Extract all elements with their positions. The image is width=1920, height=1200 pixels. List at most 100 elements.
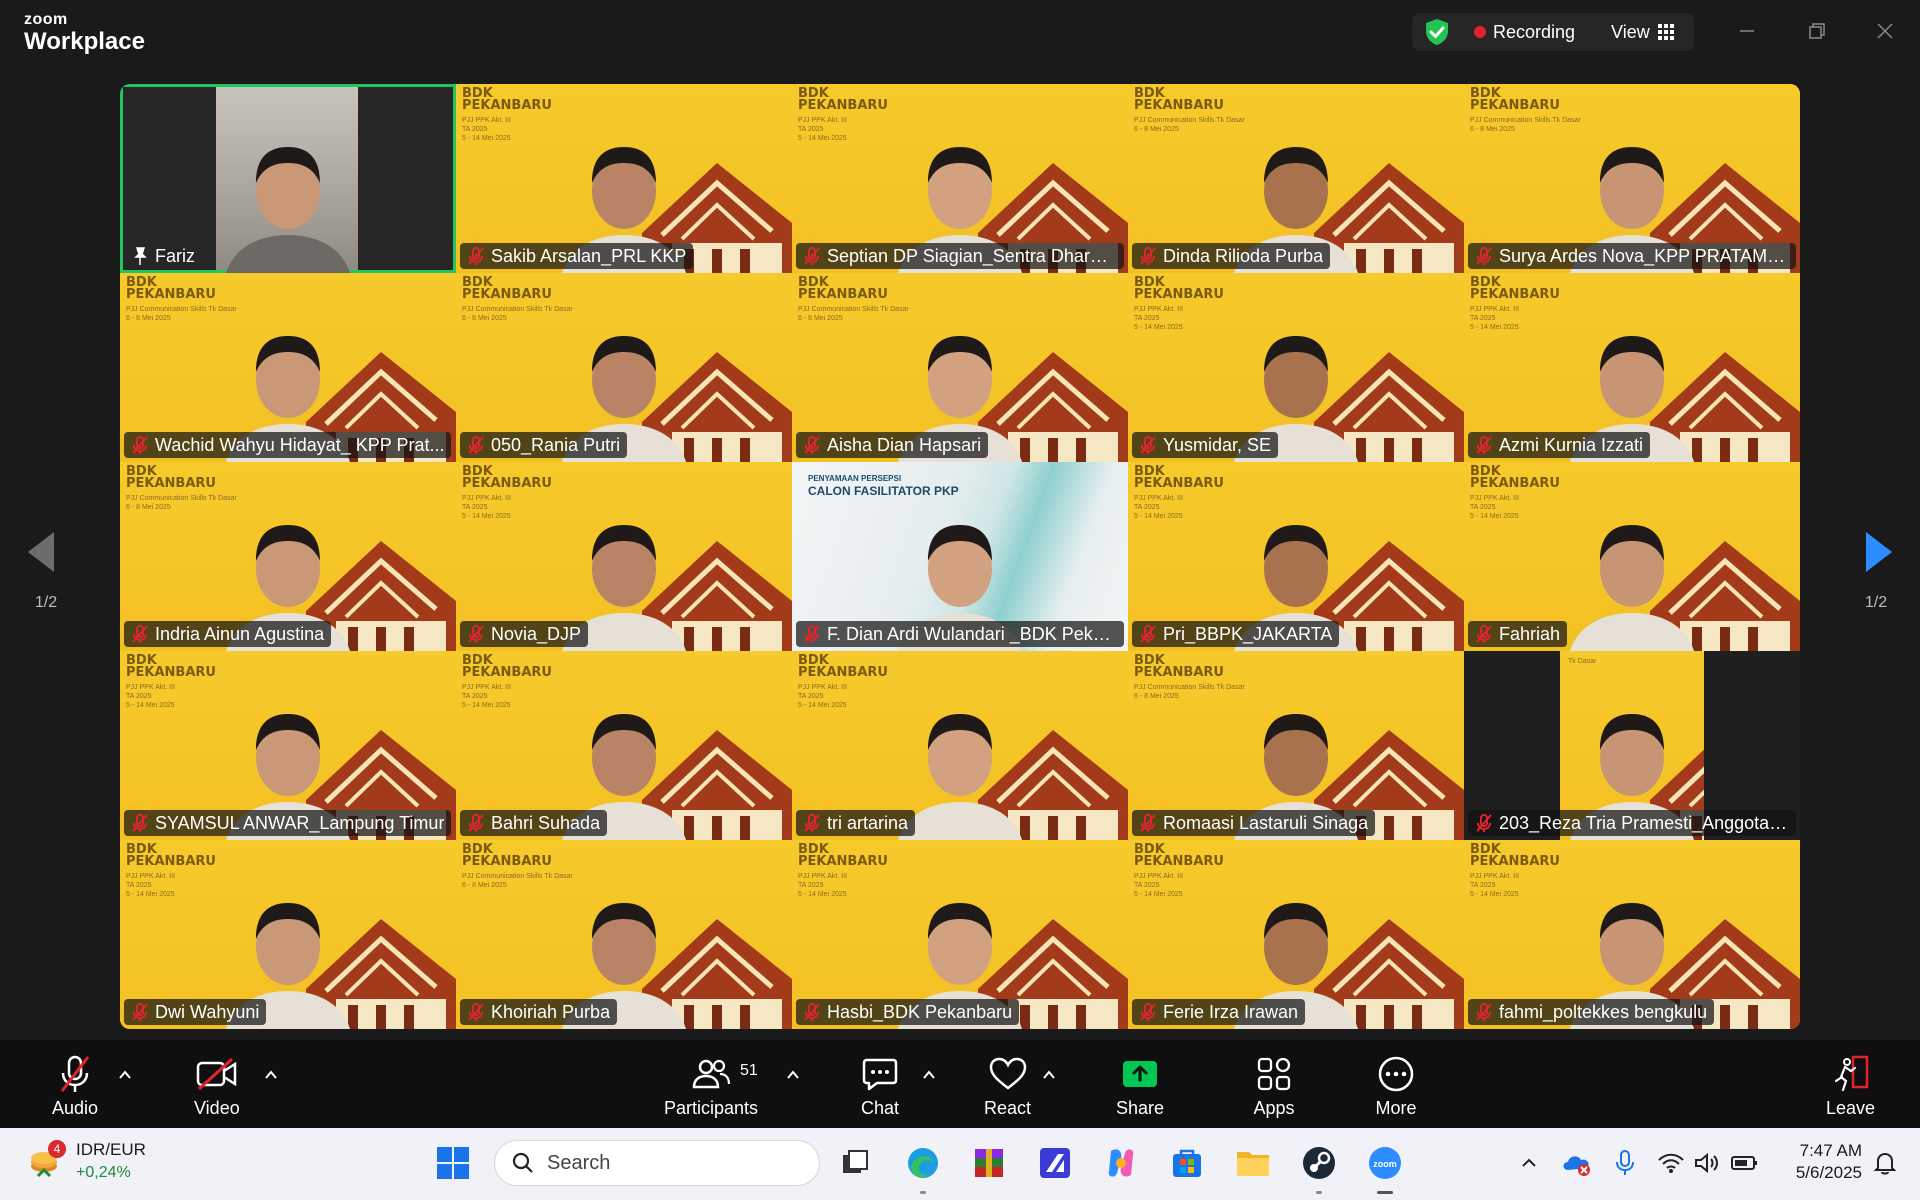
background-caption-line-2: TA 2025 [798,126,824,133]
background-caption-line-1: PJJ PPK Akt. III [1470,306,1520,313]
participant-tile[interactable]: BDK PEKANBARU PJJ Communication Skills Tk … [1128,84,1464,273]
background-caption: PJJ PPK Akt. III TA 2025 5 - 14 Mei 2025 [1470,305,1519,332]
recording-label[interactable]: Recording [1493,22,1575,43]
chat-options-chevron-icon[interactable] [922,1068,936,1082]
react-label: React [984,1098,1032,1118]
leave-button[interactable]: Leave [1826,1054,1875,1119]
participant-tile[interactable]: BDK PEKANBARU PJJ PPK Akt. III TA 2025 5 - 1… [1128,840,1464,1029]
participant-name: tri artarina [827,812,909,833]
participant-tile[interactable]: Fariz [120,84,456,273]
participant-tile[interactable]: BDK PEKANBARU PJJ Communication Skills Tk … [456,840,792,1029]
participant-tile[interactable]: BDK PEKANBARU PJJ Communication Skills Tk … [1464,84,1800,273]
edge-browser-icon[interactable] [902,1142,944,1194]
bdk-line-2: PEKANBARU [126,854,216,869]
bdk-line-2: PEKANBARU [126,476,216,491]
onedrive-error-icon[interactable] [1556,1142,1598,1184]
bdk-logo-text: BDKPEKANBARU [1134,654,1224,679]
background-caption: PJJ PPK Akt. III TA 2025 5 - 14 Mei 2025 [798,872,847,899]
background-caption-line-2: 6 - 8 Mei 2025 [462,882,507,889]
participants-icon [689,1054,733,1094]
audio-button[interactable]: Audio [52,1054,98,1119]
brand-small: zoom [24,11,68,28]
zoom-app-icon[interactable]: zoom [1364,1142,1406,1194]
bdk-logo-text: BDKPEKANBARU [126,465,216,491]
bdk-line-2: PEKANBARU [462,98,552,113]
participant-tile[interactable]: BDK PEKANBARU PJJ Communication Skills Tk … [1128,651,1464,840]
task-view-icon[interactable] [834,1142,876,1184]
next-page-arrow-icon[interactable] [1856,530,1896,574]
microsoft-store-icon[interactable] [1166,1142,1208,1184]
restore-icon[interactable] [1802,16,1832,46]
winrar-icon[interactable] [968,1142,1010,1184]
steam-icon[interactable] [1298,1142,1340,1194]
participant-tile[interactable]: BDK PEKANBARU PJJ PPK Akt. III TA 2025 5 - 1… [456,462,792,651]
minimize-icon[interactable] [1732,16,1762,46]
notifications-bell-icon[interactable] [1864,1142,1906,1184]
apps-button[interactable]: Apps [1252,1054,1296,1119]
participant-tile[interactable]: BDK PEKANBARU PJJ PPK Akt. III TA 2025 5 - 1… [792,651,1128,840]
view-button[interactable]: View [1611,22,1650,43]
participant-tile[interactable]: BDK PEKANBARU PJJ PPK Akt. III TA 2025 5 - 1… [792,840,1128,1029]
bdk-line-2: PEKANBARU [126,665,216,680]
system-clock[interactable]: 7:47 AM 5/6/2025 [1776,1140,1862,1184]
muted-mic-icon [804,247,820,265]
currency-widget[interactable]: 4 IDR/EUR +0,24% [28,1140,146,1184]
background-caption-line-2: 6 - 8 Mei 2025 [798,315,843,322]
participant-name-tag: Septian DP Siagian_Sentra Dharm... [796,243,1124,269]
copilot-icon[interactable] [1100,1142,1142,1184]
participant-tile[interactable]: BDK PEKANBARU PJJ PPK Akt. III TA 2025 5 - 1… [1128,273,1464,462]
microphone-in-use-icon[interactable] [1604,1142,1646,1184]
participant-tile[interactable]: BDKPEKANBARUTk Dasar203_Reza Tria Prames… [1464,651,1800,840]
participant-tile[interactable]: BDK PEKANBARU PJJ Communication Skills Tk … [792,273,1128,462]
participant-name: Dwi Wahyuni [155,1001,260,1022]
show-hidden-icons-chevron-icon[interactable] [1508,1142,1550,1184]
participant-tile[interactable]: BDK PEKANBARU PJJ Communication Skills Tk … [120,273,456,462]
participant-tile[interactable]: BDK PEKANBARU PJJ PPK Akt. III TA 2025 5 - 1… [456,84,792,273]
close-icon[interactable] [1870,16,1900,46]
participant-name-tag: Dinda Rilioda Purba [1132,243,1331,269]
participant-tile[interactable]: BDK PEKANBARU PJJ PPK Akt. III TA 2025 5 - 1… [1464,840,1800,1029]
react-button[interactable]: React [984,1054,1031,1119]
taskbar-search[interactable]: Search [494,1140,820,1186]
participant-tile[interactable]: BDK PEKANBARU PJJ PPK Akt. III TA 2025 5 - 1… [456,651,792,840]
participant-tile[interactable]: BDK PEKANBARU PJJ PPK Akt. III TA 2025 5 - 1… [120,840,456,1029]
participant-name-tag: Novia_DJP [460,621,589,647]
participant-tile[interactable]: BDK PEKANBARU PJJ PPK Akt. III TA 2025 5 - 1… [1464,273,1800,462]
participant-name: Aisha Dian Hapsari [827,434,982,455]
participant-tile[interactable]: BDK PEKANBARU PJJ PPK Akt. III TA 2025 5 - 1… [792,84,1128,273]
audio-options-chevron-icon[interactable] [118,1068,132,1082]
background-caption-line-2: 6 - 8 Mei 2025 [126,504,171,511]
previous-page-arrow-icon[interactable] [24,530,64,574]
bdk-logo-text: BDKPEKANBARU [798,87,888,112]
security-shield-icon[interactable] [1422,17,1452,47]
background-caption-line-2: TA 2025 [462,693,488,700]
volume-icon[interactable] [1686,1142,1728,1184]
participants-options-chevron-icon[interactable] [786,1068,800,1082]
video-options-chevron-icon[interactable] [264,1068,278,1082]
chat-button[interactable]: Chat [858,1054,902,1119]
participant-tile[interactable]: BDK PEKANBARU PJJ PPK Akt. III TA 2025 5 - 1… [1128,462,1464,651]
participant-tile[interactable]: PENYAMAAN PERSEPSI CALON FASILITATOR PKP F… [792,462,1128,651]
participant-tile[interactable]: BDK PEKANBARU PJJ PPK Akt. III TA 2025 5 - 1… [1464,462,1800,651]
muted-mic-icon [53,1054,97,1094]
background-caption-line-1: PJJ PPK Akt. III [1134,306,1184,313]
participant-tile[interactable]: BDK PEKANBARU PJJ Communication Skills Tk … [456,273,792,462]
windows-start-icon[interactable] [432,1142,474,1184]
video-off-icon [195,1054,239,1094]
more-button[interactable]: More [1374,1054,1418,1119]
title-bar: zoom Workplace Recording View [0,0,1920,66]
react-options-chevron-icon[interactable] [1042,1068,1056,1082]
participant-tile[interactable]: BDK PEKANBARU PJJ Communication Skills Tk … [120,462,456,651]
share-label: Share [1116,1098,1165,1118]
video-button[interactable]: Video [194,1054,240,1119]
bdk-line-2: PEKANBARU [462,665,552,680]
file-explorer-icon[interactable] [1232,1142,1274,1184]
participant-tile[interactable]: BDK PEKANBARU PJJ PPK Akt. III TA 2025 5 - 1… [120,651,456,840]
grid-view-icon[interactable] [1657,24,1674,40]
participant-name: Khoiriah Purba [491,1001,611,1022]
heart-icon [986,1054,1030,1094]
share-button[interactable]: Share [1116,1054,1164,1119]
battery-icon[interactable] [1724,1142,1766,1184]
visual-studio-icon[interactable] [1034,1142,1076,1184]
participant-name: F. Dian Ardi Wulandari _BDK Peka... [827,623,1117,644]
